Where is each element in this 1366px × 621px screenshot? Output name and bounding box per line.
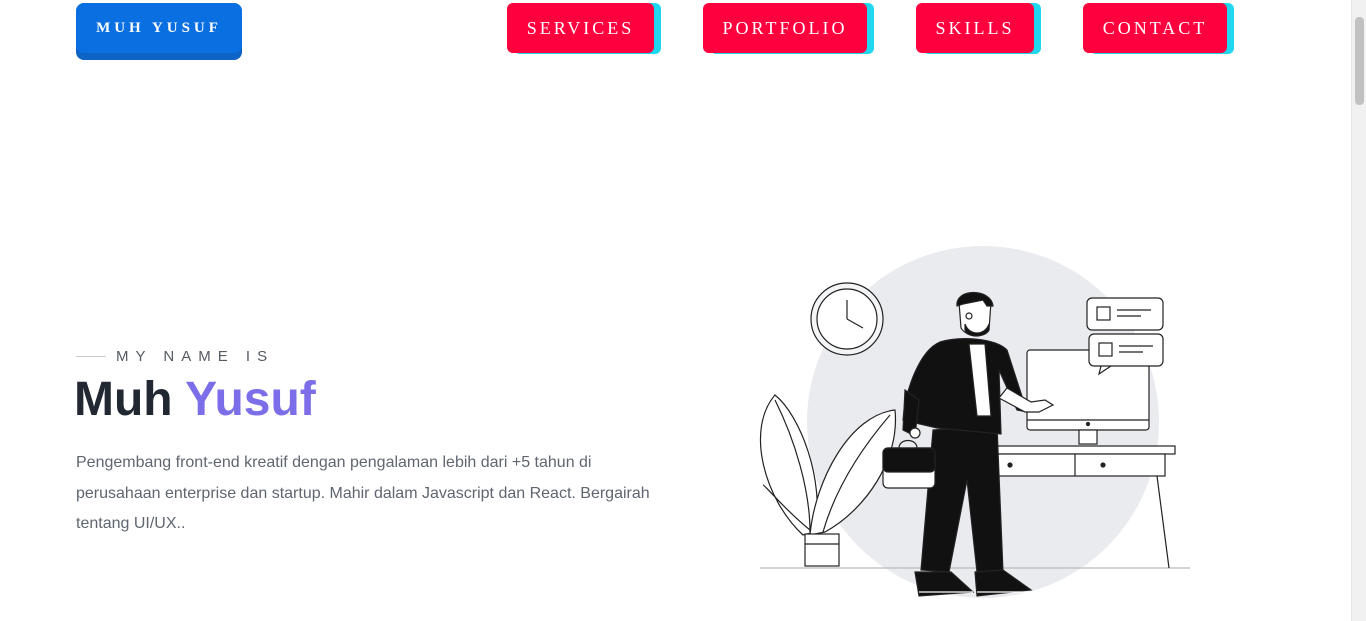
nav-contact-button[interactable]: CONTACT	[1083, 3, 1234, 54]
hero-first-name: Muh	[74, 373, 173, 426]
hero-last-name: Yusuf	[185, 373, 316, 426]
nav-portfolio-label: PORTFOLIO	[703, 3, 867, 53]
hero-bio: Pengembang front-end kreatif dengan peng…	[76, 454, 650, 532]
hero-name: Muh Yusuf	[74, 372, 316, 427]
scrollbar-thumb[interactable]	[1355, 17, 1364, 105]
nav-skills-label: SKILLS	[916, 3, 1034, 53]
nav-skills-button[interactable]: SKILLS	[916, 3, 1041, 54]
eyebrow-text: MY NAME IS	[116, 348, 275, 365]
nav-contact-label: CONTACT	[1083, 3, 1227, 53]
clock-icon	[810, 282, 884, 356]
nav-services-button[interactable]: SERVICES	[507, 3, 661, 54]
nav-services-label: SERVICES	[507, 3, 654, 53]
brand-label: MUH YUSUF	[76, 3, 242, 53]
hero-eyebrow: MY NAME IS	[76, 348, 274, 365]
eyebrow-line	[76, 356, 106, 357]
developer-at-desk-illustration	[759, 246, 1190, 598]
nav-portfolio-button[interactable]: PORTFOLIO	[703, 3, 874, 54]
page-scrollbar[interactable]	[1351, 0, 1366, 621]
chat-bubble-icon	[1086, 297, 1164, 376]
brand-button[interactable]: MUH YUSUF	[76, 3, 242, 60]
